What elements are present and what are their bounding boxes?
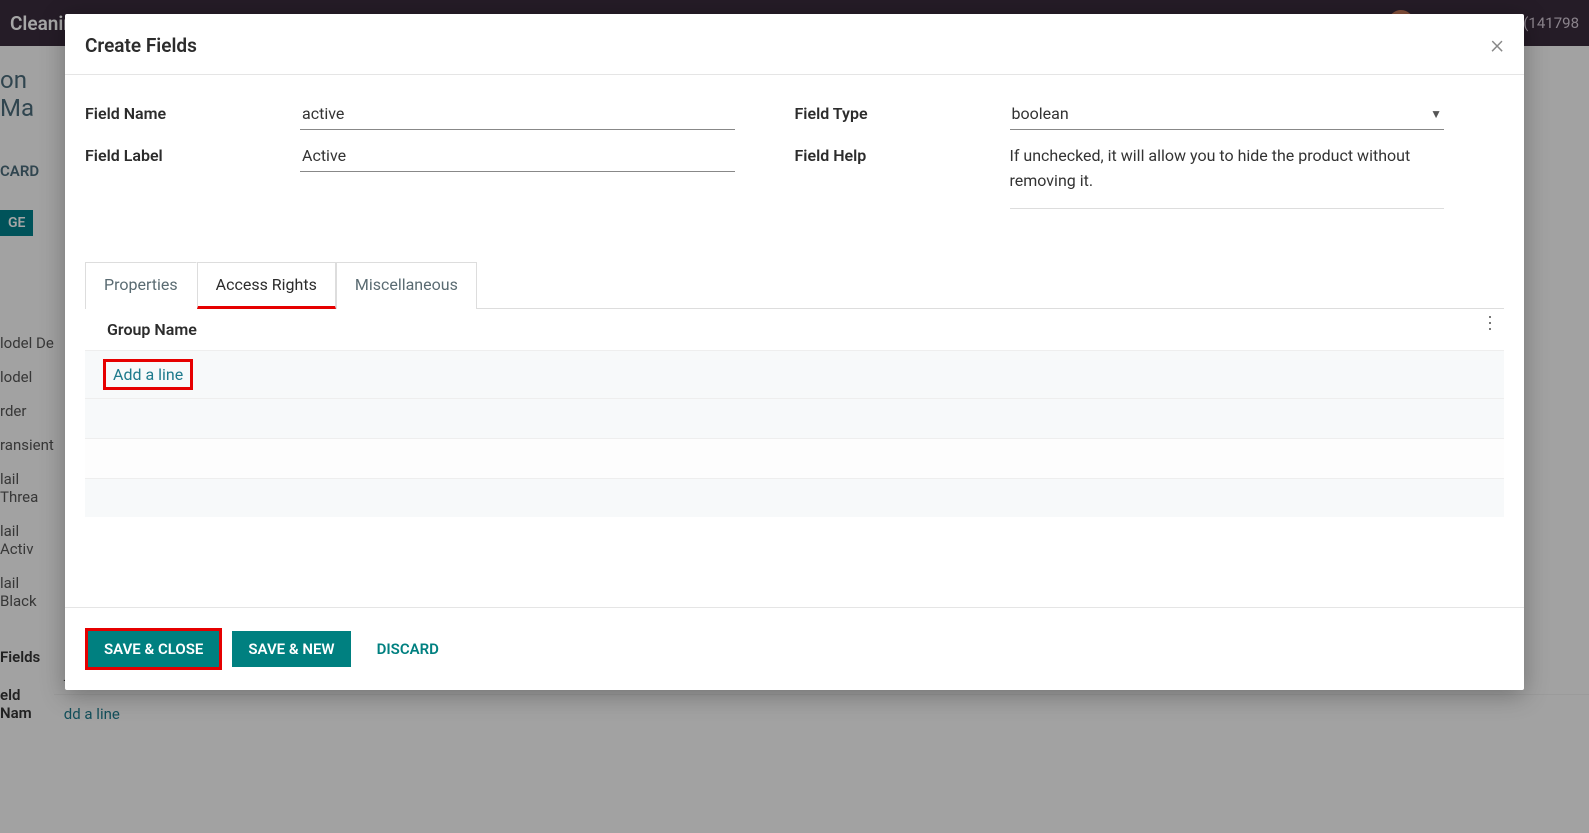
table-row: [85, 399, 1504, 439]
add-a-line-link[interactable]: Add a line: [109, 363, 187, 386]
save-close-highlight: SAVE & CLOSE: [85, 628, 222, 670]
kebab-menu-icon[interactable]: ⋯: [1479, 314, 1500, 345]
save-new-button[interactable]: SAVE & NEW: [232, 631, 350, 667]
close-icon[interactable]: ×: [1490, 32, 1504, 58]
table-row: [85, 439, 1504, 479]
groups-table-header: Group Name ⋯: [85, 309, 1504, 351]
tabs: Properties Access Rights Miscellaneous: [85, 261, 1504, 309]
field-help-label: Field Help: [795, 142, 1010, 209]
modal-title: Create Fields: [85, 34, 197, 57]
modal-header: Create Fields ×: [65, 14, 1524, 75]
form-col-name: Field Name: [85, 100, 795, 130]
field-name-label: Field Name: [85, 100, 300, 130]
field-type-label: Field Type: [795, 100, 1010, 130]
tab-content: Group Name ⋯ Add a line: [85, 309, 1504, 589]
form-col-label: Field Label: [85, 142, 795, 209]
field-label-input[interactable]: [300, 142, 735, 172]
form-col-type: Field Type boolean ▼: [795, 100, 1505, 130]
form-row-2: Field Label Field Help If unchecked, it …: [85, 142, 1504, 209]
tab-properties[interactable]: Properties: [85, 262, 197, 309]
group-name-column-header: Group Name: [85, 320, 1474, 339]
caret-down-icon: ▼: [1430, 107, 1442, 121]
field-type-select[interactable]: boolean ▼: [1010, 100, 1445, 130]
tabs-container: Properties Access Rights Miscellaneous G…: [85, 261, 1504, 589]
add-line-row: Add a line: [85, 351, 1504, 399]
discard-button[interactable]: DISCARD: [361, 631, 455, 667]
create-fields-modal: Create Fields × Field Name Field Type bo…: [65, 14, 1524, 690]
groups-table-body: [85, 399, 1504, 589]
form-row-1: Field Name Field Type boolean ▼: [85, 100, 1504, 130]
modal-body: Field Name Field Type boolean ▼ Field La…: [65, 75, 1524, 607]
table-row: [85, 479, 1504, 517]
field-name-input[interactable]: [300, 100, 735, 130]
modal-footer: SAVE & CLOSE SAVE & NEW DISCARD: [65, 607, 1524, 690]
tab-access-rights[interactable]: Access Rights: [197, 262, 336, 309]
save-close-button[interactable]: SAVE & CLOSE: [88, 631, 219, 667]
form-col-help: Field Help If unchecked, it will allow y…: [795, 142, 1505, 209]
add-line-highlight: Add a line: [103, 359, 193, 390]
tab-miscellaneous[interactable]: Miscellaneous: [336, 262, 477, 309]
field-type-value: boolean: [1012, 104, 1069, 123]
field-label-label: Field Label: [85, 142, 300, 209]
field-help-textarea[interactable]: If unchecked, it will allow you to hide …: [1010, 142, 1445, 194]
